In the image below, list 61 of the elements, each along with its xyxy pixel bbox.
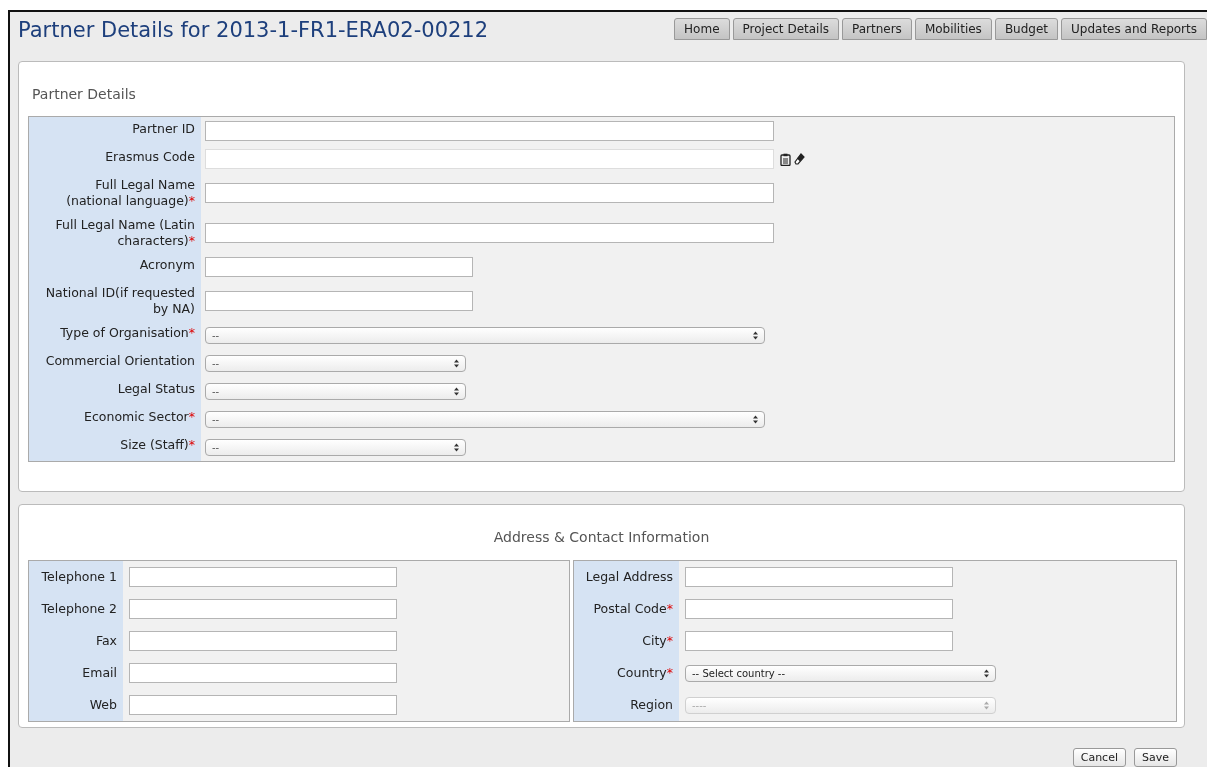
text-field[interactable] [205, 183, 774, 204]
field-label: Acronym [29, 253, 201, 282]
field-label: Telephone 1 [29, 561, 123, 593]
dropdown[interactable]: -- [205, 326, 765, 344]
nav-tab[interactable]: Project Details [732, 18, 839, 40]
updown-icon [984, 700, 989, 710]
eraser-icon[interactable] [794, 153, 805, 166]
field-label: Full Legal Name (Latin characters)* [29, 213, 201, 254]
nav-tab[interactable]: Partners [842, 18, 912, 40]
updown-icon [454, 442, 459, 452]
text-field[interactable] [205, 149, 774, 170]
field-label: National ID(if requested by NA) [29, 281, 201, 322]
nav-tab[interactable]: Home [674, 18, 730, 40]
text-field[interactable] [129, 567, 397, 587]
nav-tab[interactable]: Mobilities [914, 18, 992, 40]
text-field[interactable] [205, 223, 774, 244]
field-label: Email [29, 657, 123, 689]
dropdown[interactable]: -- [205, 410, 765, 428]
text-field[interactable] [129, 599, 397, 619]
updown-icon [454, 386, 459, 396]
dropdown[interactable]: -- Select country -- [685, 664, 996, 682]
field-label: Partner ID [29, 117, 201, 146]
section-heading: Partner Details [31, 85, 137, 105]
field-label: Web [29, 689, 123, 721]
field-label: Telephone 2 [29, 593, 123, 625]
section-heading: Address & Contact Information [492, 528, 711, 547]
field-label: Erasmus Code [29, 145, 201, 174]
clipboard-icon[interactable] [780, 152, 791, 166]
nav-tab[interactable]: Budget [994, 18, 1059, 40]
field-label: Legal Status [29, 377, 201, 406]
text-field[interactable] [129, 695, 397, 715]
text-field[interactable] [205, 121, 774, 142]
field-label: Commercial Orientation [29, 349, 201, 378]
field-label: Fax [29, 625, 123, 657]
field-label: Economic Sector* [29, 405, 201, 434]
text-field[interactable] [685, 599, 953, 619]
field-label: Country* [574, 657, 679, 689]
text-field[interactable] [685, 567, 953, 587]
updown-icon [454, 358, 459, 368]
field-label: Size (Staff)* [29, 433, 201, 462]
text-field[interactable] [205, 291, 473, 312]
text-field[interactable] [129, 631, 397, 651]
updown-icon [753, 414, 758, 424]
text-field[interactable] [129, 663, 397, 683]
page-title: Partner Details for 2013-1-FR1-ERA02-00212 [18, 18, 489, 42]
dropdown[interactable]: -- [205, 382, 466, 400]
field-label: City* [574, 625, 679, 657]
dropdown[interactable]: -- [205, 354, 466, 372]
field-label: Type of Organisation* [29, 321, 201, 350]
form-button[interactable]: Cancel [1072, 748, 1126, 767]
field-label: Postal Code* [574, 593, 679, 625]
dropdown[interactable]: -- [205, 438, 466, 456]
form-button[interactable]: Save [1134, 748, 1177, 767]
field-label: Legal Address [574, 561, 679, 593]
text-field[interactable] [205, 257, 473, 278]
updown-icon [753, 330, 758, 340]
nav-tab[interactable]: Updates and Reports [1061, 18, 1207, 40]
field-label: Full Legal Name (national language)* [29, 173, 201, 214]
text-field[interactable] [685, 631, 953, 651]
field-label: Region [574, 689, 679, 721]
updown-icon [984, 668, 989, 678]
